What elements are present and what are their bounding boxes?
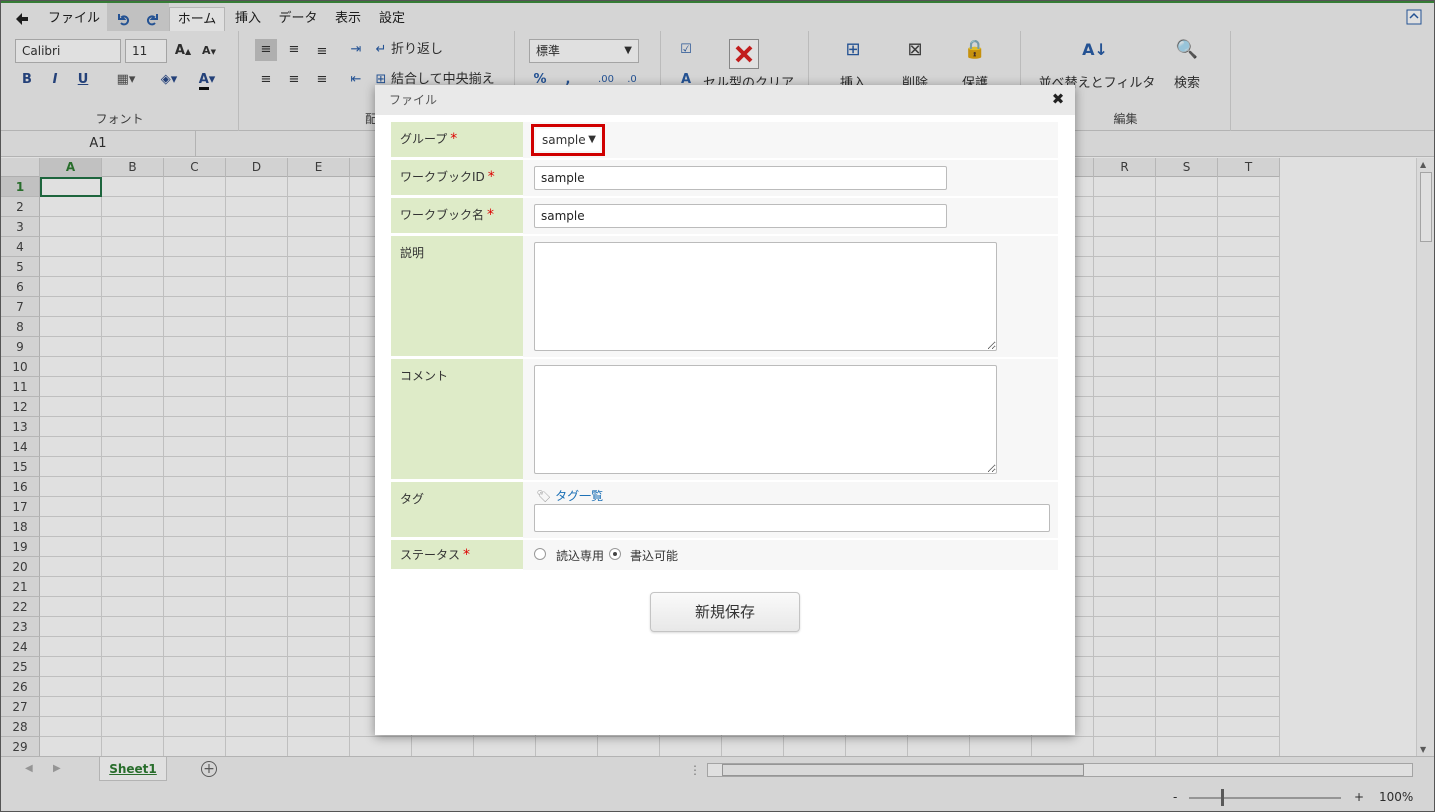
workbook-id-row: ワークブックID * bbox=[391, 160, 1058, 196]
status-readonly-label[interactable]: 読込専用 bbox=[556, 547, 604, 564]
save-new-button[interactable]: 新規保存 bbox=[650, 592, 800, 632]
status-row: ステータス * 読込専用 書込可能 bbox=[391, 540, 1058, 570]
tag-label: タグ bbox=[391, 482, 523, 538]
workbook-id-input[interactable] bbox=[534, 166, 947, 190]
comment-label: コメント bbox=[391, 359, 523, 480]
close-icon[interactable]: ✖ bbox=[1049, 90, 1067, 108]
group-select-value: sample bbox=[542, 133, 586, 147]
comment-textarea[interactable] bbox=[534, 365, 997, 474]
workbook-name-label-text: ワークブック名 bbox=[400, 208, 485, 222]
workbook-id-label: ワークブックID * bbox=[391, 160, 523, 196]
group-label-text: グループ bbox=[400, 132, 448, 146]
required-mark: * bbox=[463, 547, 471, 563]
workbook-id-label-text: ワークブックID bbox=[400, 170, 485, 184]
workbook-name-label: ワークブック名 * bbox=[391, 198, 523, 234]
file-dialog: ファイル ✖ グループ* sample▼ ワークブックID* ワークブック名* … bbox=[375, 85, 1075, 735]
comment-row: コメント bbox=[391, 359, 1058, 480]
tag-row: タグ 🏷 タグ一覧 bbox=[391, 482, 1058, 538]
required-mark: * bbox=[487, 207, 495, 223]
group-select[interactable]: sample ▼ bbox=[536, 129, 600, 151]
app-window: ファイル ホーム 挿入 データ 表示 設定 Calibri 11 A▲ A▼ B… bbox=[0, 0, 1435, 812]
workbook-name-row: ワークブック名 * bbox=[391, 198, 1058, 234]
workbook-name-input[interactable] bbox=[534, 204, 947, 228]
tag-list-link-text: タグ一覧 bbox=[555, 489, 604, 503]
dialog-header: ファイル ✖ bbox=[375, 85, 1075, 115]
chevron-down-icon: ▼ bbox=[588, 134, 596, 145]
description-row: 説明 bbox=[391, 236, 1058, 357]
group-row: グループ * sample ▼ bbox=[391, 122, 1058, 158]
tag-list-link[interactable]: 🏷 タグ一覧 bbox=[536, 487, 603, 504]
status-writable-radio[interactable] bbox=[609, 548, 621, 560]
dialog-title: ファイル bbox=[389, 93, 438, 107]
status-label-text: ステータス bbox=[400, 548, 461, 562]
group-label: グループ * bbox=[391, 122, 523, 158]
description-textarea[interactable] bbox=[534, 242, 997, 351]
status-writable-label[interactable]: 書込可能 bbox=[630, 547, 678, 564]
description-label: 説明 bbox=[391, 236, 523, 357]
status-readonly-radio[interactable] bbox=[534, 548, 546, 560]
tag-icon: 🏷 bbox=[536, 489, 552, 503]
status-label: ステータス * bbox=[391, 540, 523, 570]
required-mark: * bbox=[487, 169, 495, 185]
required-mark: * bbox=[450, 131, 458, 147]
tag-input[interactable] bbox=[534, 504, 1050, 532]
